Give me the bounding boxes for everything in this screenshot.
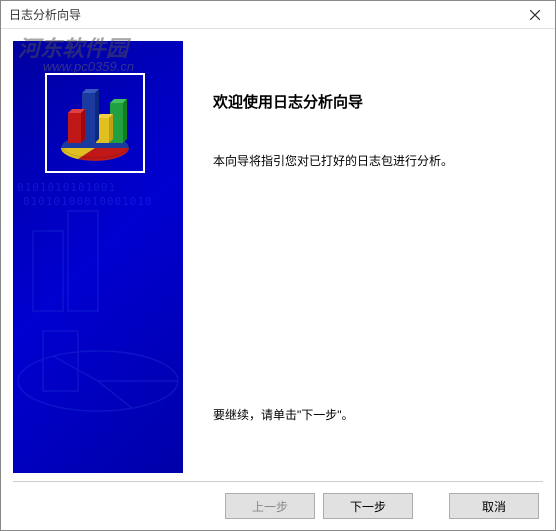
close-icon <box>530 10 540 20</box>
wizard-heading: 欢迎使用日志分析向导 <box>213 91 523 112</box>
chart-icon <box>50 78 140 168</box>
close-button[interactable] <box>515 1 555 29</box>
wizard-continue-hint: 要继续，请单击"下一步"。 <box>213 406 523 423</box>
wizard-main: 河东软件园 www.pc0359.cn 欢迎使用日志分析向导 本向导将指引您对已… <box>183 41 543 473</box>
wizard-sidebar: 0101010101001 01010100010001010 <box>13 41 183 473</box>
window-title: 日志分析向导 <box>9 6 81 23</box>
titlebar: 日志分析向导 <box>1 1 555 29</box>
wizard-graphic-frame <box>45 73 145 173</box>
cancel-button[interactable]: 取消 <box>449 493 539 519</box>
button-bar: 上一步 下一步 取消 <box>1 482 555 530</box>
back-button: 上一步 <box>225 493 315 519</box>
next-button[interactable]: 下一步 <box>323 493 413 519</box>
wizard-window: 日志分析向导 0101010101001 01010100010001010 <box>0 0 556 531</box>
wizard-body-text: 本向导将指引您对已打好的日志包进行分析。 <box>213 152 523 171</box>
content-area: 0101010101001 01010100010001010 <box>1 29 555 481</box>
